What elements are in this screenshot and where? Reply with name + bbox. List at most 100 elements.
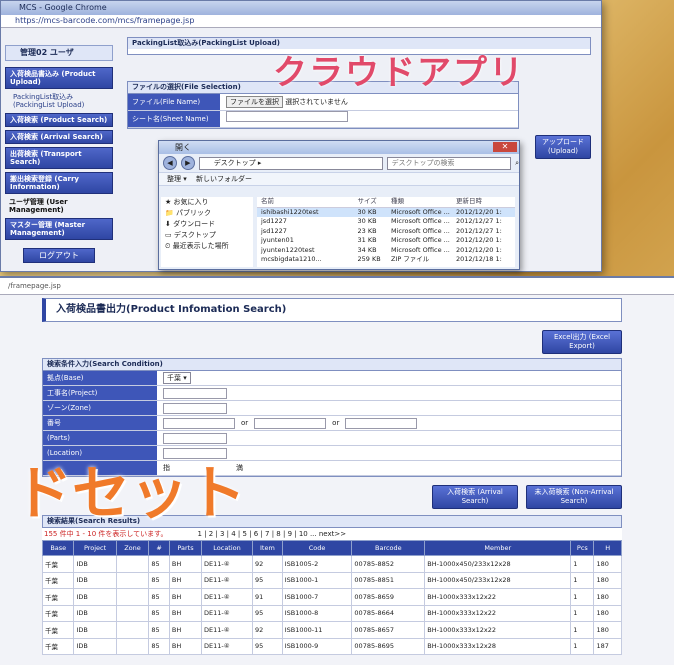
zone-input[interactable] [163,402,227,414]
sidebar-item-transport-search[interactable]: 出荷検索 (Transport Search) [5,147,113,169]
upload-button[interactable]: アップロード (Upload) [535,135,591,159]
window-title-bar: MCS - Google Chrome [1,1,601,15]
dialog-toolbar[interactable]: 整理 ▾ 新しいフォルダー [159,172,519,186]
sheet-name-input[interactable] [226,111,348,122]
file-row[interactable]: jyunten1220test 34 KB Microsoft Office .… [257,246,515,256]
address-url: https://mcs-barcode.com/mcs/framepage.js… [15,16,195,25]
non-arrival-search-button[interactable]: 未入荷検索 (Non-Arrival Search) [526,485,622,509]
back-icon[interactable]: ◀ [163,156,177,170]
table-cell: 180 [593,621,622,639]
number-input[interactable] [163,417,235,429]
table-cell: 95 [252,637,283,655]
sidebar-item-master-management[interactable]: マスター管理 (Master Management) [5,218,113,240]
sidebar-item-carry-information[interactable]: 搬出検索登録 (Carry Information) [5,172,113,194]
number-input-3[interactable] [345,417,418,429]
parts-input[interactable] [163,432,227,444]
table-cell: 180 [593,588,622,606]
arrival-search-button[interactable]: 入荷検索 (Arrival Search) [432,485,518,509]
dialog-search-input[interactable]: デスクトップの検索 [386,156,512,170]
table-cell: DE11-④ [201,621,254,639]
table-cell: 00785-8851 [351,571,426,589]
table-cell: BH [168,621,203,639]
file-row[interactable]: ishibashi1220test 30 KB Microsoft Office… [257,207,515,217]
dialog-title: 開く [175,143,191,152]
logout-button[interactable]: ログアウト [23,248,95,263]
table-cell: 92 [252,555,283,573]
search-condition-header: 検索条件入力(Search Condition) [43,359,621,371]
table-cell: 千葉 [41,604,75,622]
window-title: MCS - Google Chrome [19,3,107,12]
table-cell: 180 [593,571,622,589]
table-cell: IDB [73,604,117,622]
favorites-item[interactable]: ⏲ 最近表示した場所 [161,241,253,252]
table-cell: 千葉 [41,637,75,655]
favorites-item[interactable]: 📁 パブリック [161,208,253,219]
table-cell: 00785-8852 [351,555,426,573]
table-row[interactable]: 千葉 IDB 85 BH DE11-④ 95 ISB1000-8 00785-8664 BH-1… [41,604,622,622]
table-cell: ISB1000-8 [281,604,353,622]
condition-label-base: 拠点(Base) [43,371,157,385]
file-name-label: ファイル(File Name) [128,94,220,110]
table-cell: 95 [252,571,283,589]
table-cell: 85 [148,555,170,573]
table-row[interactable]: 千葉 IDB 85 BH DE11-④ 95 ISB1000-1 00785-8851 BH-1… [41,571,622,589]
choose-file-button[interactable]: ファイルを選択 [226,96,283,108]
table-cell: 85 [148,588,170,606]
table-cell: BH-1000x450/233x12x28 [424,571,572,589]
table-cell: BH-1000x333x12x22 [424,621,572,639]
dialog-address-field[interactable]: デスクトップ ▸ [198,156,383,170]
file-list: 名前 サイズ 種類 更新日時 ishibashi1220test 30 KB M… [257,197,515,267]
sidebar-item-arrival-search[interactable]: 入荷検索 (Arrival Search) [5,130,113,144]
table-cell: BH [168,571,203,589]
table-row[interactable]: 千葉 IDB 85 BH DE11-④ 95 ISB1000-9 00785-8695 BH-1… [41,637,622,655]
table-cell: 1 [570,621,595,639]
table-cell: 85 [148,637,170,655]
sidebar-item-user-management[interactable]: ユーザ管理 (User Management) [5,197,113,215]
favorites-item[interactable]: ★ お気に入り [161,197,253,208]
address-bar[interactable]: https://mcs-barcode.com/mcs/framepage.js… [1,15,601,28]
table-cell: 85 [148,604,170,622]
favorites-item[interactable]: ▭ デスクトップ [161,230,253,241]
forward-icon[interactable]: ▶ [180,156,195,170]
favorites-item[interactable]: ⬇ ダウンロード [161,219,253,230]
table-cell: 1 [570,637,595,655]
dialog-title-bar: 開く [159,141,519,154]
table-cell: 91 [252,588,283,606]
file-row[interactable]: jsd1227 23 KB Microsoft Office ... 2012/… [257,227,515,237]
table-row[interactable]: 千葉 IDB 85 BH DE11-④ 91 ISB1000-7 00785-8659 BH-1… [41,588,622,606]
file-row[interactable]: jyunten01 31 KB Microsoft Office ... 201… [257,236,515,246]
sidebar-item-product-search[interactable]: 入荷検索 (Product Search) [5,113,113,127]
file-status: 選択されていません [285,98,348,106]
table-cell: 1 [570,555,595,573]
file-row[interactable]: jsd1227 30 KB Microsoft Office ... 2012/… [257,217,515,227]
table-cell: BH [168,637,203,655]
table-cell: DE11-④ [201,588,254,606]
search-icon[interactable]: ⌕ [515,159,519,168]
excel-export-button[interactable]: Excel出力 (Excel Export) [542,330,622,354]
sheet-name-label: シート名(Sheet Name) [128,111,220,127]
close-icon[interactable]: ✕ [493,142,517,152]
table-header-row: Base Project Zone # Parts Location Item Code B… [41,540,622,556]
condition-label-zone: ゾーン(Zone) [43,401,157,415]
address-bar[interactable]: /framepage.jsp [0,278,674,295]
table-cell: 95 [252,604,283,622]
table-cell: 187 [593,637,622,655]
table-row[interactable]: 千葉 IDB 85 BH DE11-④ 92 ISB1000-11 00785-8657 BH-… [41,621,622,639]
base-select[interactable]: 千葉 ▾ [163,372,191,384]
sidebar-user-header: 管理02 ユーザ [5,45,113,61]
results-table: Base Project Zone # Parts Location Item Code B… [41,540,622,655]
table-row[interactable]: 千葉 IDB 85 BH DE11-④ 92 ISB1005-2 00785-8852 BH-1… [41,555,622,573]
sidebar-item-packinglist-upload[interactable]: PackingList取込み (PackingList Upload) [5,92,113,110]
project-input[interactable] [163,387,227,399]
file-row[interactable]: mcsbigdata1210... 259 KB ZIP ファイル 2012/1… [257,255,515,265]
table-cell: 1 [570,588,595,606]
table-cell [115,571,150,589]
number-input-2[interactable] [254,417,327,429]
table-cell: 00785-8657 [351,621,426,639]
table-cell: 1 [570,604,595,622]
sidebar-item-product-upload[interactable]: 入荷検品書込み (Product Upload) [5,67,113,89]
table-cell: ISB1005-2 [281,555,353,573]
table-cell: IDB [73,555,117,573]
table-cell: BH-1000x450/233x12x28 [424,555,572,573]
table-cell [115,588,150,606]
